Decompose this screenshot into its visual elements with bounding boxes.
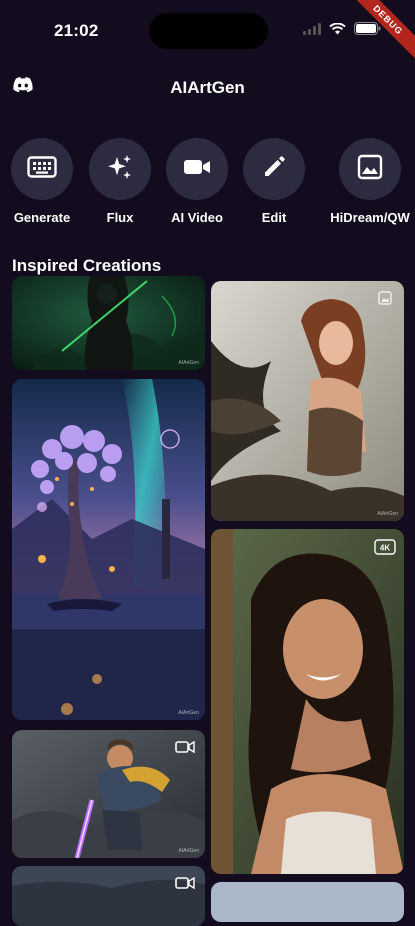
watermark: AIArtGen (178, 848, 199, 854)
app-header: AIArtGen (0, 70, 415, 104)
fantasy-tree-artwork (12, 379, 205, 720)
tool-flux-label: Flux (106, 210, 134, 225)
tool-edit-label: Edit (261, 210, 287, 225)
fairy-woman-artwork (211, 281, 404, 521)
tool-ai-video-label: AI Video (171, 210, 223, 225)
gallery-card[interactable]: AIArtGen (211, 281, 404, 521)
status-bar: 21:02 DEBUG (0, 0, 415, 65)
video-camera-icon (183, 157, 211, 182)
video-badge-icon (175, 740, 195, 759)
image-badge-icon (378, 291, 392, 310)
sparkles-icon (106, 153, 134, 186)
image-icon (357, 154, 383, 185)
tool-generate[interactable]: Generate (2, 138, 82, 225)
tool-edit-button[interactable] (243, 138, 305, 200)
section-title: Inspired Creations (12, 256, 162, 275)
tool-row: Generate Flux AI Video Edit HiDream/QW (0, 138, 415, 228)
gallery-card[interactable]: AIArtGen (12, 276, 205, 370)
keyboard-icon (27, 155, 57, 183)
gallery-card[interactable] (12, 866, 205, 926)
4k-badge-label: 4K (380, 544, 390, 553)
tool-flux-button[interactable] (89, 138, 151, 200)
status-time: 21:02 (54, 21, 99, 40)
app-title: AIArtGen (170, 78, 245, 97)
pencil-icon (261, 154, 287, 185)
warrior-artwork (12, 276, 205, 370)
video-badge-icon (175, 876, 195, 895)
status-icons (303, 22, 381, 40)
dynamic-island (149, 13, 268, 49)
partial-artwork (211, 882, 404, 922)
gallery-card[interactable] (211, 882, 404, 922)
signal-icon (303, 22, 321, 40)
tool-hidream[interactable]: HiDream/QW (320, 138, 415, 225)
misty-landscape-artwork (12, 866, 205, 926)
watermark: AIArtGen (377, 511, 398, 517)
tool-ai-video[interactable]: AI Video (157, 138, 237, 225)
tool-hidream-button[interactable] (339, 138, 401, 200)
tool-generate-label: Generate (13, 210, 71, 225)
tool-hidream-label: HiDream/QW (330, 210, 410, 225)
watermark: AIArtGen (178, 360, 199, 366)
smiling-woman-artwork (211, 529, 404, 874)
gallery-card[interactable]: AIArtGen (12, 379, 205, 720)
4k-badge-icon: 4K (374, 539, 396, 560)
wifi-icon (329, 22, 346, 40)
watermark: AIArtGen (178, 710, 199, 716)
tool-edit[interactable]: Edit (234, 138, 314, 225)
tool-generate-button[interactable] (11, 138, 73, 200)
battery-icon (354, 22, 381, 40)
gallery-card[interactable]: AIArtGen (12, 730, 205, 858)
tool-ai-video-button[interactable] (166, 138, 228, 200)
tool-flux[interactable]: Flux (80, 138, 160, 225)
gallery-card[interactable]: 4K (211, 529, 404, 874)
